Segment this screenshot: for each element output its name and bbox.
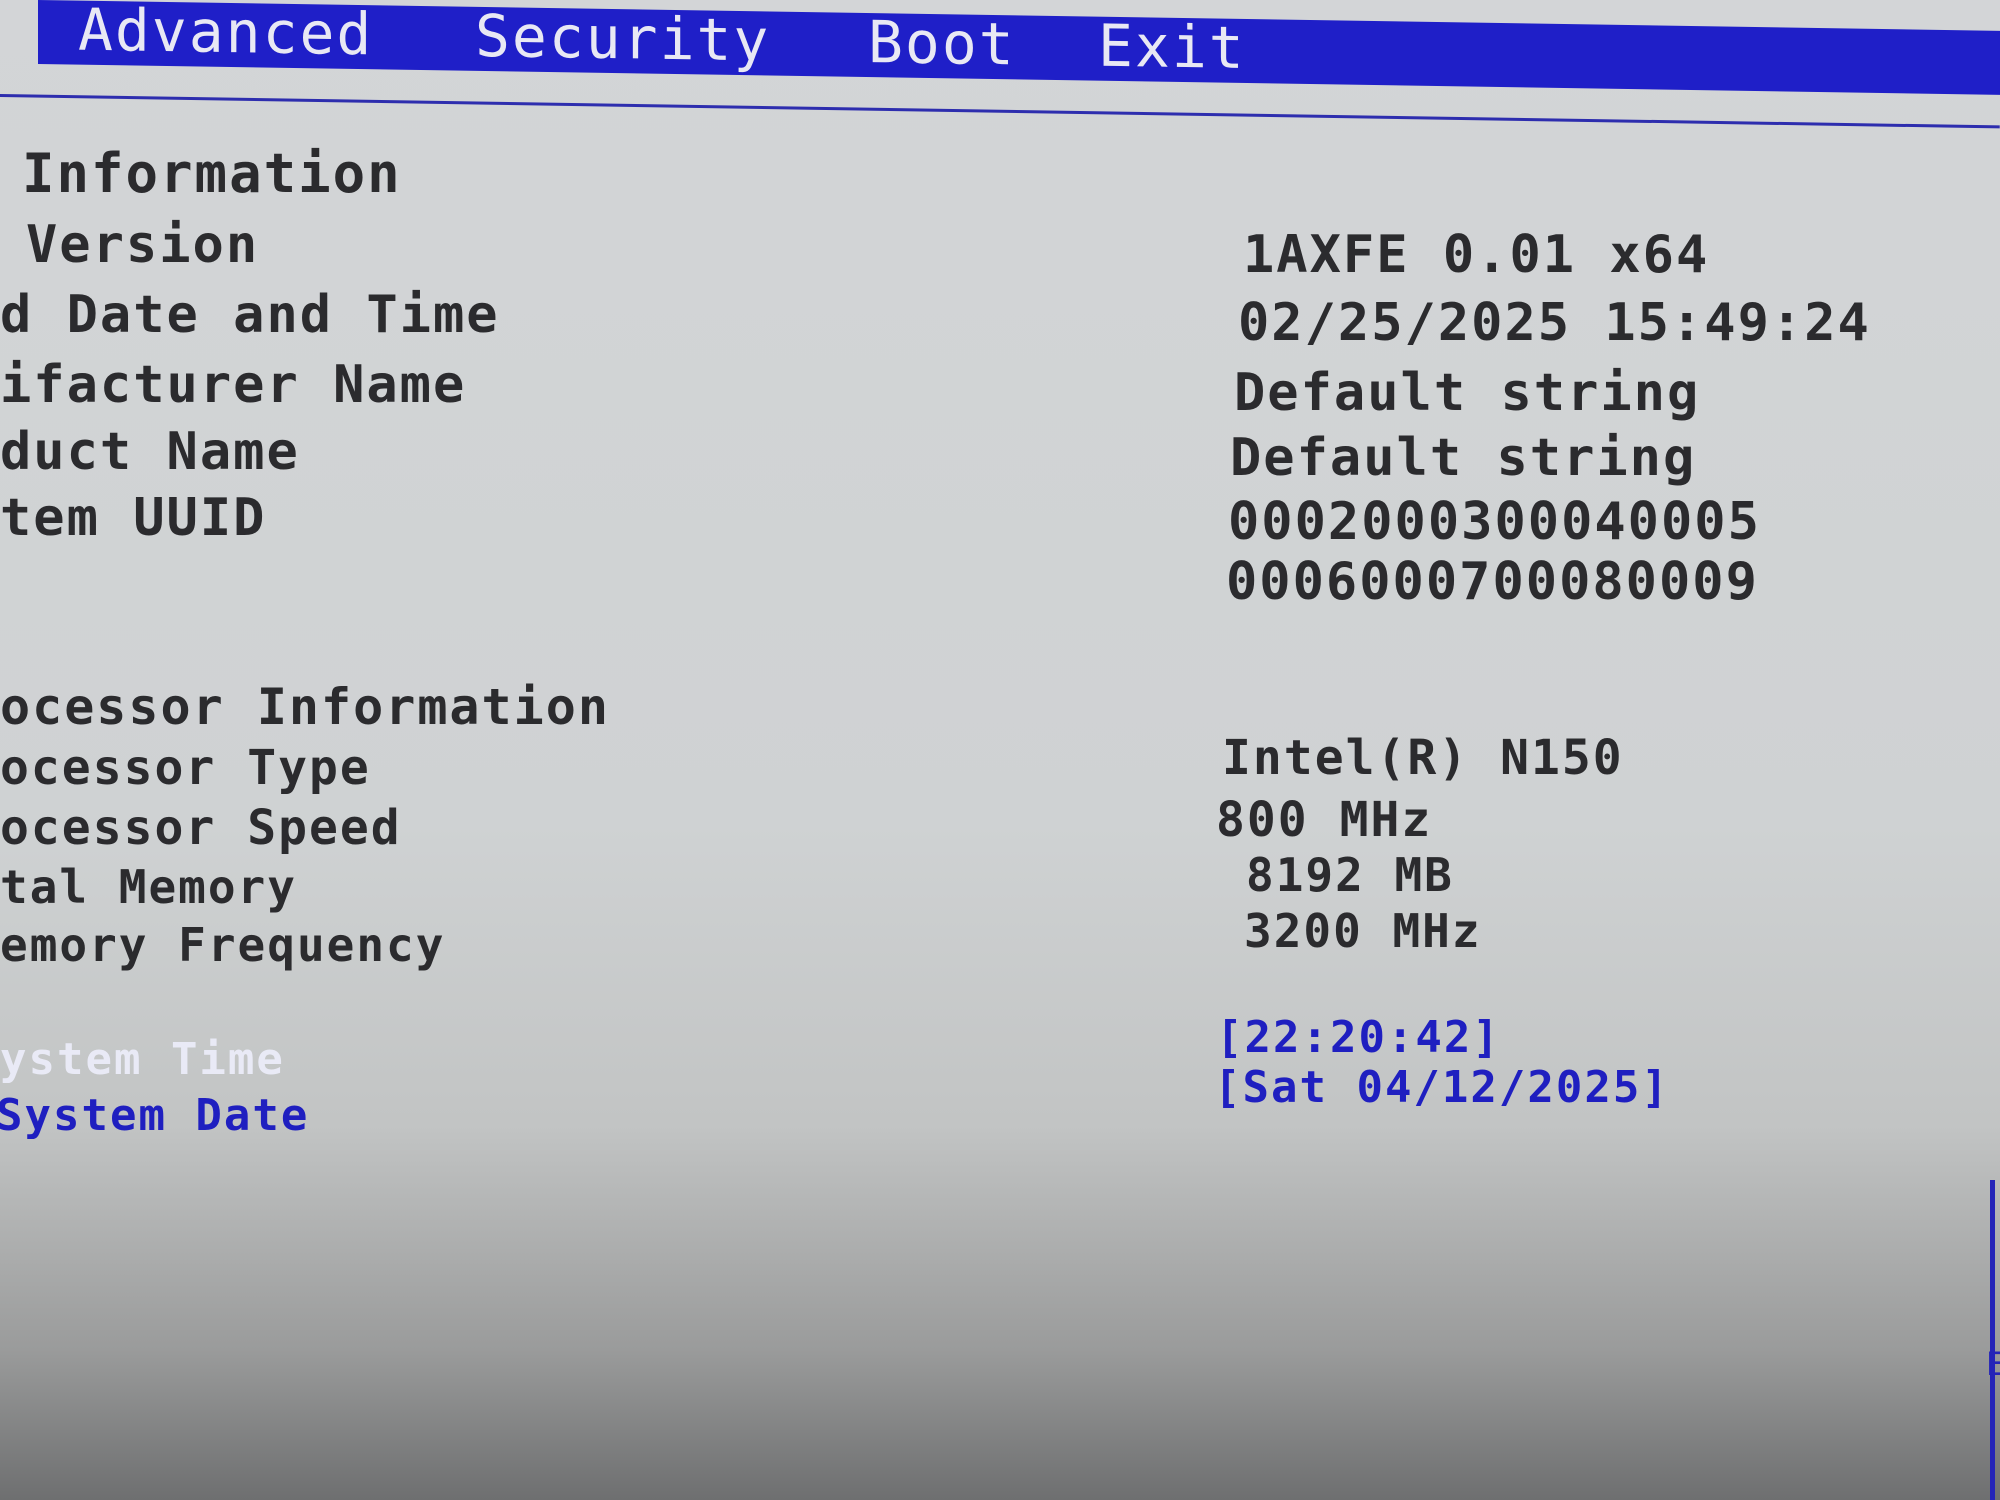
manufacturer-value: Default string [1234, 363, 1701, 423]
memory-frequency-label: emory Frequency [0, 918, 446, 972]
bios-screen: Advanced Security Boot Exit Information … [0, 0, 2000, 1500]
menu-tab-advanced[interactable]: Advanced [78, 0, 373, 68]
processor-type-label: ocessor Type [0, 740, 371, 796]
system-time-value[interactable]: [22:20:42] [1216, 1012, 1501, 1063]
bios-info-header: Information [22, 142, 402, 205]
manufacturer-label: ifacturer Name [0, 355, 467, 415]
total-memory-value: 8192 MB [1246, 848, 1454, 902]
help-panel-border [1990, 1180, 1995, 1500]
system-time-label[interactable]: ystem Time [0, 1034, 285, 1085]
product-label: duct Name [0, 422, 300, 482]
menu-tab-exit[interactable]: Exit [1098, 12, 1246, 82]
build-date-value: 02/25/2025 15:49:24 [1238, 293, 1871, 353]
uuid-value-line1: 0002000300040005 [1228, 492, 1761, 552]
product-value: Default string [1230, 428, 1697, 488]
uuid-label: tem UUID [0, 488, 267, 548]
build-date-label: d Date and Time [0, 285, 500, 345]
uuid-value-line2: 0006000700080009 [1226, 552, 1759, 612]
menu-divider [0, 94, 2000, 129]
bios-version-value: 1AXFE 0.01 x64 [1243, 225, 1710, 285]
processor-speed-value: 800 MHz [1216, 792, 1433, 848]
bios-version-label: Version [26, 215, 260, 275]
system-date-label[interactable]: System Date [0, 1090, 309, 1141]
menu-bar: Advanced Security Boot Exit [38, 0, 2000, 95]
total-memory-label: tal Memory [0, 860, 297, 914]
menu-tab-security[interactable]: Security [475, 2, 770, 75]
memory-frequency-value: 3200 MHz [1244, 904, 1482, 958]
menu-tab-boot[interactable]: Boot [868, 8, 1016, 78]
processor-info-header: ocessor Information [0, 678, 610, 736]
system-date-value[interactable]: [Sat 04/12/2025] [1214, 1062, 1670, 1113]
help-panel-fragment: E [1986, 1345, 2000, 1383]
processor-speed-label: ocessor Speed [0, 800, 402, 856]
processor-type-value: Intel(R) N150 [1222, 730, 1624, 786]
